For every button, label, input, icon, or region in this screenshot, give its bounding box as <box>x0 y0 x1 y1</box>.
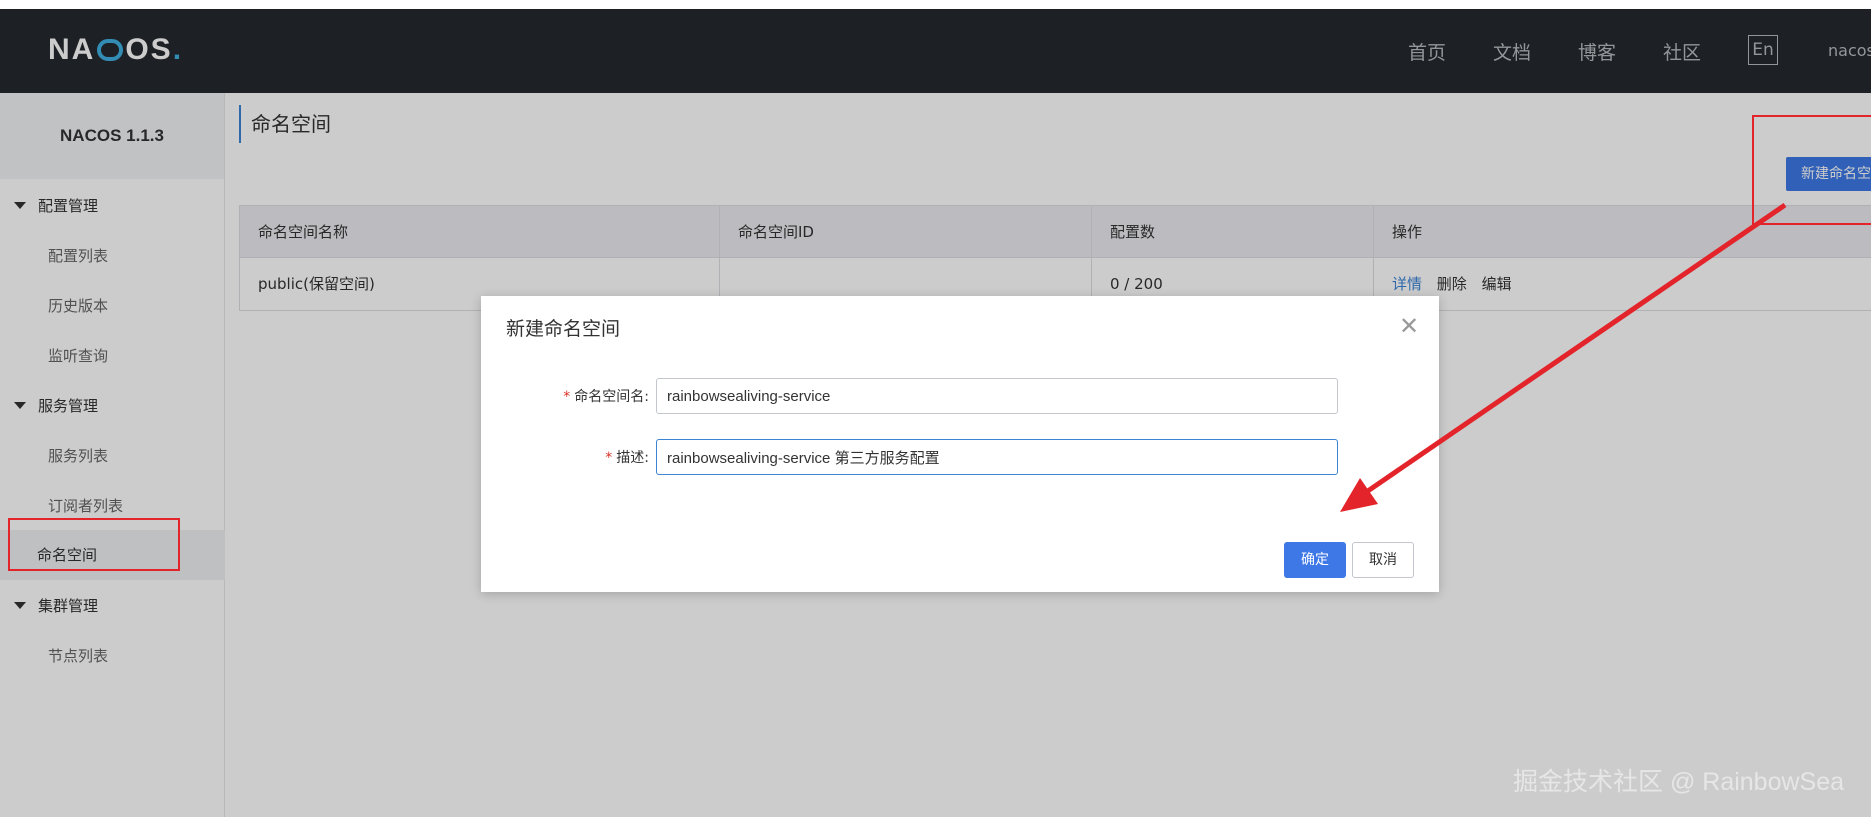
description-input[interactable] <box>656 439 1338 475</box>
modal-mask-top <box>0 9 1871 93</box>
description-label: * 描述: <box>605 450 649 466</box>
confirm-button[interactable]: 确定 <box>1284 542 1346 578</box>
cancel-button[interactable]: 取消 <box>1352 542 1414 578</box>
annotation-box-sidebar <box>8 518 180 571</box>
namespace-name-label: * 命名空间名: <box>563 389 649 405</box>
create-namespace-dialog: 新建命名空间 ✕ *命名空间名: *描述: 确定 取消 <box>481 296 1439 592</box>
dialog-title: 新建命名空间 <box>506 318 621 340</box>
close-icon[interactable]: ✕ <box>1399 314 1419 338</box>
annotation-box-create-button <box>1752 115 1871 225</box>
watermark: 掘金技术社区 @ RainbowSea <box>1513 768 1845 796</box>
namespace-name-input[interactable] <box>656 378 1338 414</box>
